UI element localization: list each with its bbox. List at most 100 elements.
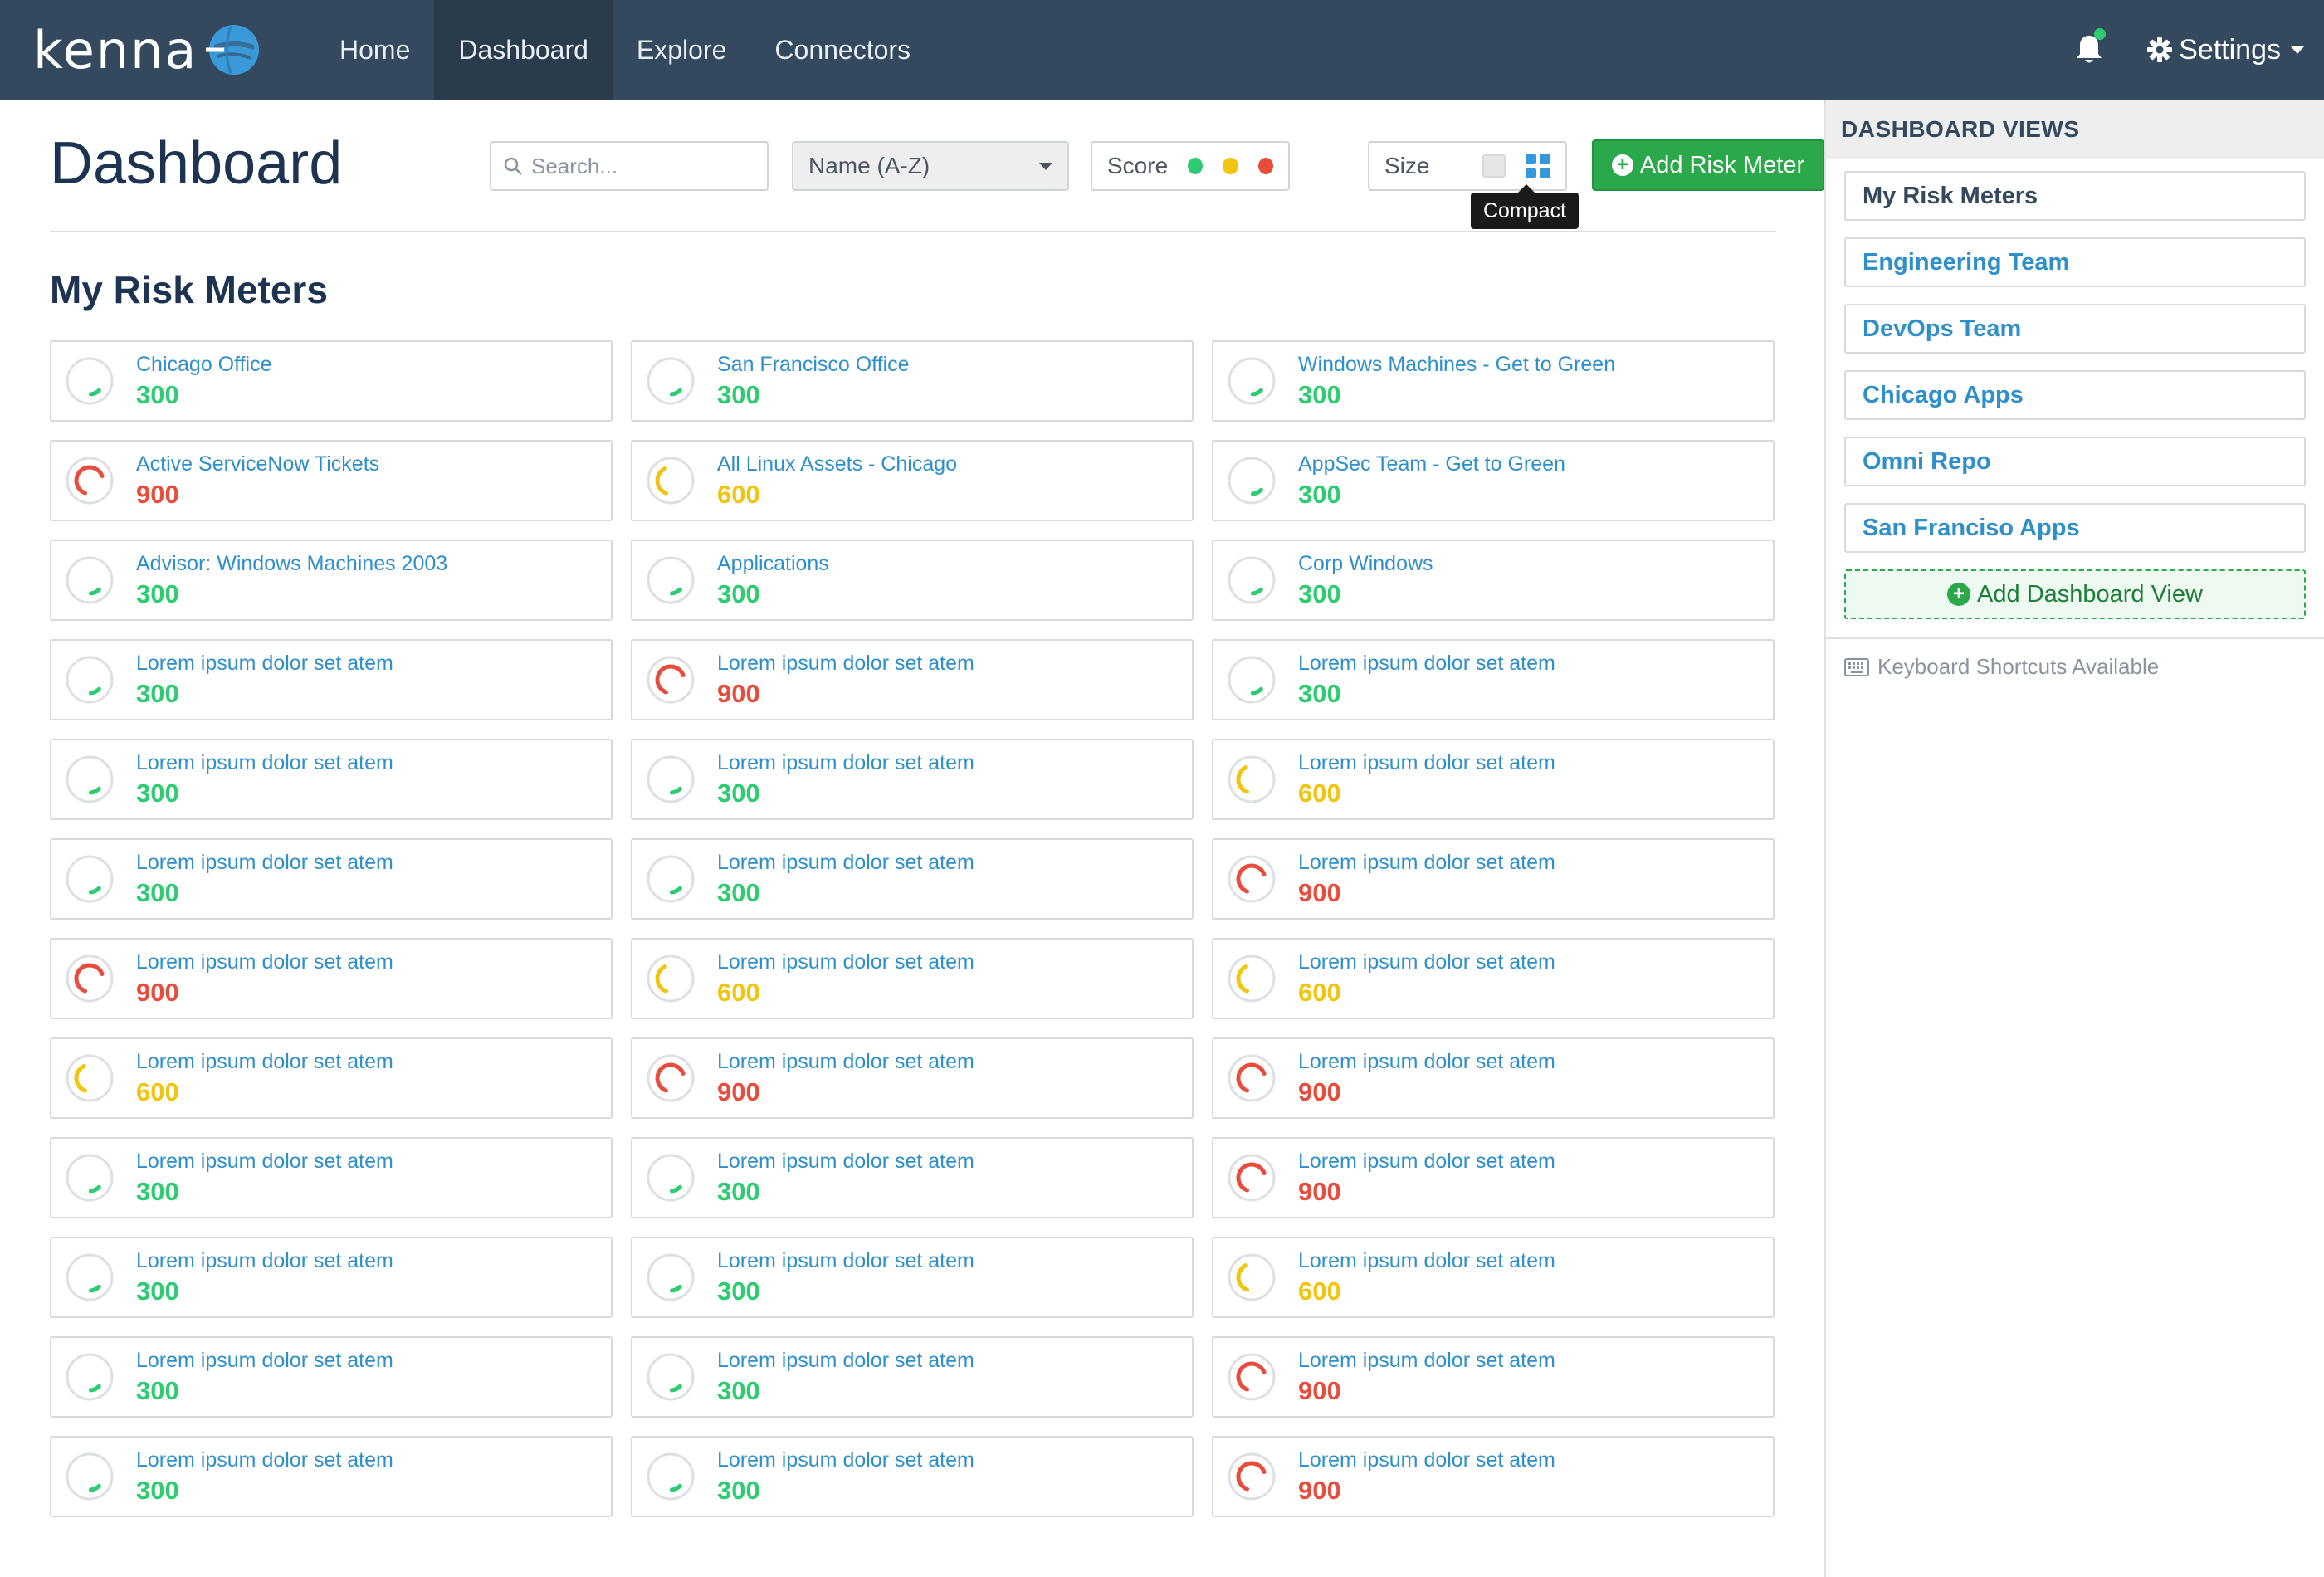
add-risk-meter-button[interactable]: + Add Risk Meter <box>1592 139 1824 191</box>
view-item[interactable]: San Franciso Apps <box>1844 503 2306 553</box>
nav-item-dashboard[interactable]: Dashboard <box>434 0 613 100</box>
risk-meter-name[interactable]: Lorem ipsum dolor set atem <box>717 750 974 776</box>
risk-meter-name[interactable]: Lorem ipsum dolor set atem <box>1298 1348 1555 1374</box>
risk-meter-card[interactable]: Lorem ipsum dolor set atem 300 <box>50 1336 613 1418</box>
risk-meter-name[interactable]: Lorem ipsum dolor set atem <box>717 1248 974 1274</box>
risk-meter-name[interactable]: Lorem ipsum dolor set atem <box>717 850 974 876</box>
risk-meter-card[interactable]: Lorem ipsum dolor set atem 900 <box>1212 1137 1775 1218</box>
view-item[interactable]: Chicago Apps <box>1844 370 2306 420</box>
risk-meter-name[interactable]: Chicago Office <box>136 352 272 378</box>
score-filter-high[interactable] <box>1257 158 1273 174</box>
risk-meter-card[interactable]: Lorem ipsum dolor set atem 300 <box>50 1436 613 1517</box>
risk-meter-name[interactable]: Lorem ipsum dolor set atem <box>1298 1448 1555 1473</box>
risk-meter-card[interactable]: Lorem ipsum dolor set atem 600 <box>1212 1237 1775 1318</box>
risk-meter-name[interactable]: Lorem ipsum dolor set atem <box>717 1448 974 1473</box>
risk-meter-name[interactable]: Lorem ipsum dolor set atem <box>717 1149 974 1174</box>
risk-meter-name[interactable]: Lorem ipsum dolor set atem <box>1298 1049 1555 1075</box>
risk-meter-card[interactable]: Lorem ipsum dolor set atem 900 <box>1212 1336 1775 1418</box>
risk-meter-name[interactable]: Lorem ipsum dolor set atem <box>717 1348 974 1374</box>
risk-meter-card[interactable]: Lorem ipsum dolor set atem 600 <box>1212 739 1775 820</box>
search-box[interactable] <box>490 141 769 191</box>
risk-meter-card[interactable]: Advisor: Windows Machines 2003 300 <box>50 540 613 621</box>
risk-meter-card[interactable]: Lorem ipsum dolor set atem 300 <box>50 639 613 720</box>
risk-meter-name[interactable]: Lorem ipsum dolor set atem <box>1298 1248 1555 1274</box>
risk-meter-name[interactable]: Corp Windows <box>1298 551 1433 577</box>
risk-meter-name[interactable]: Lorem ipsum dolor set atem <box>136 750 393 776</box>
risk-meter-card[interactable]: Lorem ipsum dolor set atem 900 <box>631 639 1194 720</box>
risk-meter-card[interactable]: San Francisco Office 300 <box>631 340 1194 422</box>
risk-meter-name[interactable]: Lorem ipsum dolor set atem <box>717 651 974 676</box>
risk-meter-name[interactable]: Lorem ipsum dolor set atem <box>717 950 974 975</box>
risk-meter-card[interactable]: Lorem ipsum dolor set atem 300 <box>1212 639 1775 720</box>
risk-meter-name[interactable]: Lorem ipsum dolor set atem <box>1298 850 1555 876</box>
kenna-logo[interactable]: kenna <box>0 0 315 100</box>
risk-meter-name[interactable]: Lorem ipsum dolor set atem <box>136 651 393 676</box>
keyboard-shortcuts-link[interactable]: Keyboard Shortcuts Available <box>1826 639 2324 680</box>
risk-meter-name[interactable]: Lorem ipsum dolor set atem <box>1298 651 1555 676</box>
risk-meter-card[interactable]: Lorem ipsum dolor set atem 300 <box>631 1137 1194 1218</box>
risk-meter-card[interactable]: Lorem ipsum dolor set atem 900 <box>1212 1038 1775 1119</box>
view-item[interactable]: Omni Repo <box>1844 437 2306 486</box>
risk-meter-card[interactable]: Windows Machines - Get to Green 300 <box>1212 340 1775 422</box>
risk-meter-card[interactable]: All Linux Assets - Chicago 600 <box>631 440 1194 521</box>
risk-meter-card[interactable]: Active ServiceNow Tickets 900 <box>50 440 613 521</box>
risk-meter-name[interactable]: Applications <box>717 551 829 577</box>
notifications-button[interactable] <box>2064 25 2114 75</box>
risk-meter-name[interactable]: Lorem ipsum dolor set atem <box>1298 950 1555 975</box>
risk-meter-name[interactable]: Lorem ipsum dolor set atem <box>717 1049 974 1075</box>
view-item[interactable]: My Risk Meters <box>1844 171 2306 221</box>
main-nav: Home Dashboard Explore Connectors <box>315 0 935 100</box>
risk-meter-card[interactable]: Lorem ipsum dolor set atem 300 <box>631 739 1194 820</box>
risk-meter-name[interactable]: Lorem ipsum dolor set atem <box>136 1448 393 1473</box>
risk-meter-name[interactable]: Lorem ipsum dolor set atem <box>136 1248 393 1274</box>
risk-meter-name[interactable]: Lorem ipsum dolor set atem <box>136 1049 393 1075</box>
risk-meter-name[interactable]: Lorem ipsum dolor set atem <box>136 950 393 975</box>
risk-meter-card[interactable]: Lorem ipsum dolor set atem 900 <box>631 1038 1194 1119</box>
risk-meter-name[interactable]: Advisor: Windows Machines 2003 <box>136 551 447 577</box>
risk-meter-card[interactable]: AppSec Team - Get to Green 300 <box>1212 440 1775 521</box>
gauge-icon <box>647 556 695 604</box>
risk-meter-card[interactable]: Lorem ipsum dolor set atem 900 <box>1212 838 1775 920</box>
risk-meter-card[interactable]: Lorem ipsum dolor set atem 900 <box>50 938 613 1019</box>
risk-meter-card[interactable]: Corp Windows 300 <box>1212 540 1775 621</box>
risk-meter-card[interactable]: Chicago Office 300 <box>50 340 613 422</box>
add-dashboard-view-button[interactable]: + Add Dashboard View <box>1844 569 2306 619</box>
view-item[interactable]: DevOps Team <box>1844 304 2306 354</box>
risk-meter-card[interactable]: Lorem ipsum dolor set atem 300 <box>50 1137 613 1218</box>
risk-meter-card[interactable]: Lorem ipsum dolor set atem 300 <box>631 1336 1194 1418</box>
risk-meter-card[interactable]: Lorem ipsum dolor set atem 900 <box>1212 1436 1775 1517</box>
risk-meter-card[interactable]: Lorem ipsum dolor set atem 300 <box>50 739 613 820</box>
risk-meter-card[interactable]: Lorem ipsum dolor set atem 300 <box>631 1237 1194 1318</box>
sort-select[interactable]: Name (A-Z) <box>792 141 1069 191</box>
search-input[interactable] <box>531 153 747 179</box>
risk-meter-card[interactable]: Lorem ipsum dolor set atem 300 <box>631 1436 1194 1517</box>
risk-meter-name[interactable]: Lorem ipsum dolor set atem <box>136 850 393 876</box>
risk-meter-card[interactable]: Applications 300 <box>631 540 1194 621</box>
risk-meter-name[interactable]: Lorem ipsum dolor set atem <box>136 1149 393 1174</box>
score-filter-medium[interactable] <box>1223 158 1238 174</box>
risk-meter-card[interactable]: Lorem ipsum dolor set atem 300 <box>631 838 1194 920</box>
risk-meter-score: 900 <box>717 679 760 709</box>
risk-meter-name[interactable]: San Francisco Office <box>717 352 910 378</box>
size-compact-icon[interactable] <box>1525 154 1550 178</box>
risk-meter-name[interactable]: Lorem ipsum dolor set atem <box>1298 750 1555 776</box>
view-item[interactable]: Engineering Team <box>1844 237 2306 287</box>
risk-meter-card[interactable]: Lorem ipsum dolor set atem 600 <box>50 1038 613 1119</box>
risk-meter-name[interactable]: Windows Machines - Get to Green <box>1298 352 1615 378</box>
risk-meter-card[interactable]: Lorem ipsum dolor set atem 600 <box>1212 938 1775 1019</box>
size-large-icon[interactable] <box>1482 154 1506 178</box>
nav-item-home[interactable]: Home <box>315 0 434 100</box>
risk-meter-name[interactable]: All Linux Assets - Chicago <box>717 452 957 477</box>
score-filter-low[interactable] <box>1188 158 1204 174</box>
risk-meter-name[interactable]: Lorem ipsum dolor set atem <box>1298 1149 1555 1174</box>
nav-item-explore[interactable]: Explore <box>613 0 751 100</box>
risk-meter-score: 600 <box>717 978 760 1008</box>
risk-meter-card[interactable]: Lorem ipsum dolor set atem 600 <box>631 938 1194 1019</box>
risk-meter-card[interactable]: Lorem ipsum dolor set atem 300 <box>50 1237 613 1318</box>
risk-meter-card[interactable]: Lorem ipsum dolor set atem 300 <box>50 838 613 920</box>
nav-item-connectors[interactable]: Connectors <box>750 0 935 100</box>
settings-menu[interactable]: Settings <box>2147 34 2304 66</box>
risk-meter-name[interactable]: AppSec Team - Get to Green <box>1298 452 1565 477</box>
risk-meter-name[interactable]: Lorem ipsum dolor set atem <box>136 1348 393 1374</box>
risk-meter-name[interactable]: Active ServiceNow Tickets <box>136 452 379 477</box>
